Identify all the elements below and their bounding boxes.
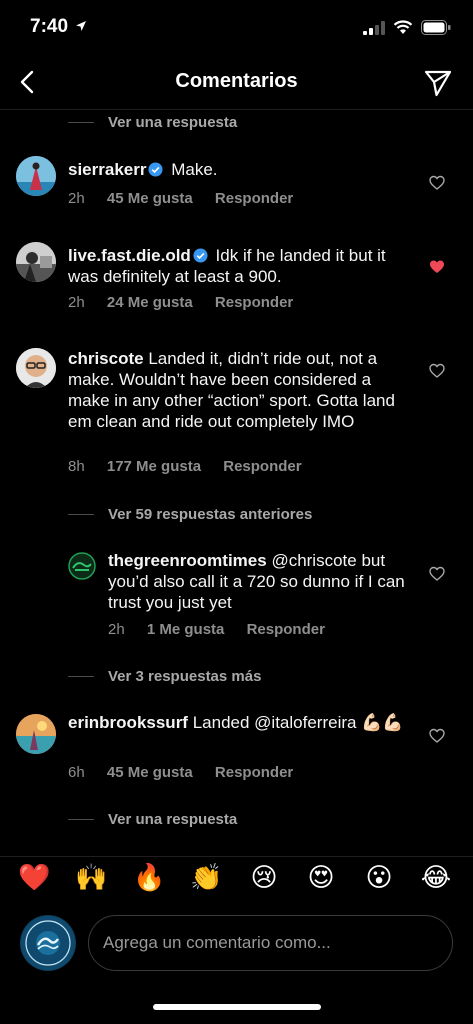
like-heart-icon[interactable] xyxy=(429,363,445,379)
cellular-signal-icon xyxy=(363,20,385,35)
comment-text: sierrakerr Make. xyxy=(68,159,418,180)
comment-username[interactable]: live.fast.die.old xyxy=(68,246,191,265)
view-replies-link[interactable]: Ver 3 respuestas más xyxy=(68,666,261,686)
status-bar: 7:40 xyxy=(0,0,473,58)
like-heart-icon[interactable] xyxy=(429,175,445,191)
comment-text: chriscote Landed it, didn’t ride out, no… xyxy=(68,348,413,432)
status-time: 7:40 xyxy=(30,16,87,38)
reply-button[interactable]: Responder xyxy=(215,764,293,781)
comment-likes[interactable]: 45 Me gusta xyxy=(107,190,193,207)
avatar[interactable] xyxy=(16,714,56,754)
page-title: Comentarios xyxy=(175,70,298,92)
comment-time: 2h xyxy=(68,190,85,207)
comment-username[interactable]: thegreenroomtimes xyxy=(108,551,267,570)
reply-divider-line xyxy=(68,818,94,820)
comment-meta: 2h 45 Me gusta Responder xyxy=(68,190,311,207)
view-replies-link[interactable]: Ver una respuesta xyxy=(68,809,237,829)
reply-button[interactable]: Responder xyxy=(215,190,293,207)
avatar[interactable] xyxy=(16,348,56,388)
comment-meta: 2h 1 Me gusta Responder xyxy=(108,621,343,638)
avatar[interactable] xyxy=(16,156,56,196)
comment-input[interactable] xyxy=(88,915,453,971)
comment-meta: 8h 177 Me gusta Responder xyxy=(68,458,320,475)
comment-body: Make. xyxy=(171,160,218,179)
avatar[interactable] xyxy=(16,242,56,282)
comment-text: live.fast.die.old Idk if he landed it bu… xyxy=(68,245,418,287)
comment-username[interactable]: erinbrookssurf xyxy=(68,713,188,732)
comment-time: 2h xyxy=(68,294,85,311)
reply-button[interactable]: Responder xyxy=(247,621,325,638)
comment-text: thegreenroomtimes @chriscote but you’d a… xyxy=(108,550,418,613)
avatar-photo-icon xyxy=(16,242,56,282)
avatar-photo-icon xyxy=(16,348,56,388)
comment-username[interactable]: chriscote xyxy=(68,349,144,368)
comment-likes[interactable]: 177 Me gusta xyxy=(107,458,201,475)
surf-logo-icon xyxy=(21,916,75,970)
verified-badge-icon xyxy=(193,248,208,263)
heart-emoji-button[interactable]: ❤️ xyxy=(18,861,50,893)
fire-emoji-button[interactable]: 🔥 xyxy=(133,861,165,893)
avatar[interactable] xyxy=(68,552,96,580)
comment-meta: 6h 45 Me gusta Responder xyxy=(68,764,311,781)
current-user-avatar[interactable] xyxy=(20,915,76,971)
comment-time: 2h xyxy=(108,621,125,638)
laughing-emoji-button[interactable]: 😂 xyxy=(420,861,452,893)
comment-likes[interactable]: 45 Me gusta xyxy=(107,764,193,781)
like-heart-filled-icon[interactable] xyxy=(429,259,445,275)
comment-likes[interactable]: 1 Me gusta xyxy=(147,621,225,638)
status-icons xyxy=(363,20,451,35)
comment-time: 6h xyxy=(68,764,85,781)
crying-emoji-button[interactable]: 😢 xyxy=(248,861,280,893)
view-replies-link[interactable]: Ver 59 respuestas anteriores xyxy=(68,504,312,524)
comment-composer xyxy=(0,910,473,976)
reply-button[interactable]: Responder xyxy=(223,458,301,475)
reply-divider-line xyxy=(68,513,94,515)
clapping-emoji-button[interactable]: 👏 xyxy=(190,861,222,893)
header: Comentarios xyxy=(0,58,473,110)
comment-time: 8h xyxy=(68,458,85,475)
reply-divider-line xyxy=(68,121,94,123)
heart-eyes-emoji-button[interactable]: 😍 xyxy=(305,861,337,893)
view-replies-link[interactable]: Ver una respuesta xyxy=(68,112,237,132)
comment-meta: 2h 24 Me gusta Responder xyxy=(68,294,311,311)
reply-divider-line xyxy=(68,675,94,677)
avatar-logo-icon xyxy=(68,552,96,580)
emoji-reaction-bar: ❤️ 🙌 🔥 👏 😢 😍 😮 😂 xyxy=(0,856,473,900)
home-indicator xyxy=(153,1004,321,1010)
avatar-photo-icon xyxy=(16,156,56,196)
like-heart-icon[interactable] xyxy=(429,728,445,744)
avatar-photo-icon xyxy=(16,714,56,754)
reply-button[interactable]: Responder xyxy=(215,294,293,311)
raised-hands-emoji-button[interactable]: 🙌 xyxy=(75,861,107,893)
wifi-icon xyxy=(393,20,413,34)
comment-username[interactable]: sierrakerr xyxy=(68,160,146,179)
like-heart-icon[interactable] xyxy=(429,566,445,582)
send-direct-icon[interactable] xyxy=(423,68,453,98)
comment-body: Landed @italoferreira 💪🏻💪🏻 xyxy=(192,713,404,732)
location-arrow-icon xyxy=(76,21,87,31)
verified-badge-icon xyxy=(148,162,163,177)
comment-likes[interactable]: 24 Me gusta xyxy=(107,294,193,311)
comment-text: erinbrookssurf Landed @italoferreira 💪🏻💪… xyxy=(68,712,418,733)
battery-icon xyxy=(421,20,451,35)
surprised-emoji-button[interactable]: 😮 xyxy=(363,861,395,893)
